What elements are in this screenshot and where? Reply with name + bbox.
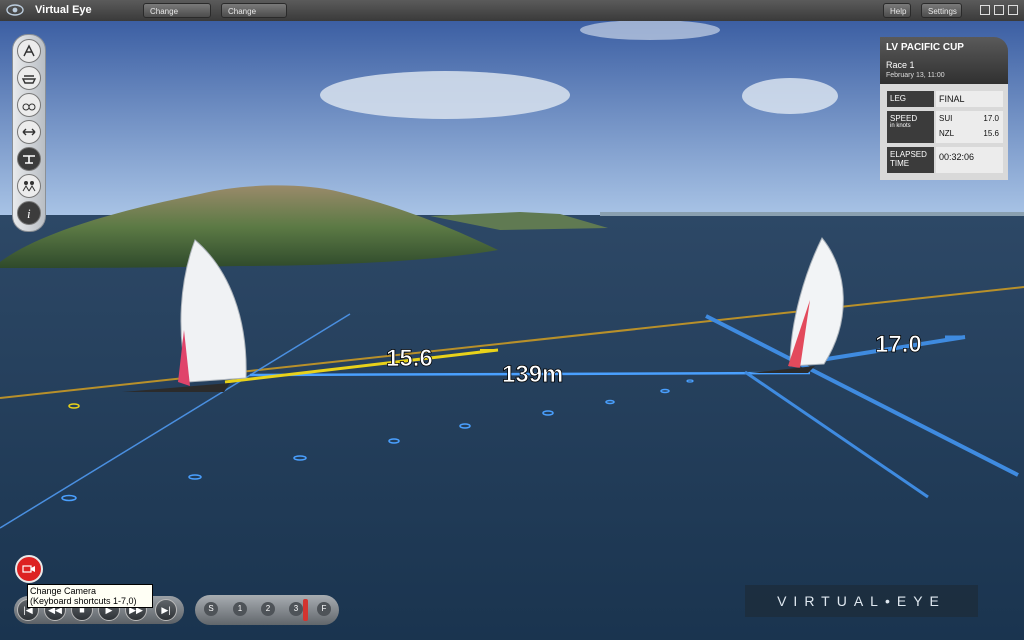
panel-header: LV PACIFIC CUP Race 1 February 13, 11:00	[880, 37, 1008, 84]
sui-speed-label: 17.0	[875, 331, 922, 358]
app-title: Virtual Eye	[35, 4, 92, 16]
playback-speed-bar: S 1 2 3 F	[195, 595, 339, 625]
camera-tooltip: Change Camera (Keyboard shortcuts 1-7,0)	[27, 584, 153, 608]
speed-slider-handle[interactable]	[303, 599, 308, 621]
change-camera-button[interactable]	[15, 555, 43, 583]
help-button[interactable]: Help	[883, 3, 911, 18]
virtual-eye-brand: VIRTUAL•EYE	[745, 585, 978, 617]
change-race-dropdown[interactable]: Change Race▼	[221, 3, 287, 31]
cloud	[320, 71, 570, 119]
virtual-eye-logo-icon	[6, 4, 24, 16]
speed-fast-button[interactable]: F	[317, 602, 331, 616]
elapsed-label-cell: ELAPSED TIME	[887, 147, 934, 173]
title-bar: Virtual Eye Change Round▼ Change Race▼ H…	[0, 0, 1024, 31]
wind-arrows-icon[interactable]	[17, 39, 41, 63]
elapsed-value: 00:32:06	[936, 147, 1003, 173]
race-date: February 13, 11:00	[886, 72, 945, 79]
far-shore	[600, 212, 1024, 216]
race-name: Race 1	[886, 60, 915, 70]
cloud	[742, 78, 838, 114]
restore-icon[interactable]	[994, 5, 1004, 15]
sky	[0, 21, 1024, 217]
minimize-icon[interactable]	[980, 5, 990, 15]
binoculars-icon[interactable]	[17, 93, 41, 117]
elapsed-label: ELAPSED	[890, 150, 927, 159]
svg-text:i: i	[27, 206, 31, 221]
speed-slow-button[interactable]: S	[204, 602, 218, 616]
tooltip-shortcuts: (Keyboard shortcuts 1-7,0)	[30, 596, 137, 606]
leg-value: FINAL	[936, 91, 1003, 107]
race-info-panel: LV PACIFIC CUP Race 1 February 13, 11:00…	[880, 37, 1008, 180]
boat-icon[interactable]	[17, 66, 41, 90]
team1-speed: 17.0	[983, 114, 999, 123]
camera-mount-icon[interactable]	[17, 147, 41, 171]
speed-3-button[interactable]: 3	[289, 602, 303, 616]
info-icon[interactable]: i	[17, 201, 41, 225]
elapsed-label-line2: TIME	[890, 159, 910, 168]
camera-toolbar: i	[12, 34, 46, 232]
speed-label: SPEED	[890, 114, 918, 123]
change-round-dropdown[interactable]: Change Round▼	[143, 3, 211, 31]
speed-values: SUI 17.0 NZL 15.6	[936, 111, 1003, 143]
speed-2-button[interactable]: 2	[261, 602, 275, 616]
distance-label: 139m	[502, 361, 563, 388]
sea	[0, 215, 1024, 640]
team2-speed: 15.6	[983, 129, 999, 138]
distance-icon[interactable]	[17, 120, 41, 144]
team1-name: SUI	[939, 114, 953, 123]
race-3d-view[interactable]: 15.6 139m 17.0	[0, 21, 1024, 640]
event-title: LV PACIFIC CUP	[886, 42, 964, 53]
panel-body: LEG FINAL SPEED in knots SUI 17.0 NZL 15…	[880, 84, 1008, 180]
camera-icon	[22, 565, 35, 573]
tooltip-title: Change Camera	[30, 586, 97, 596]
leg-label: LEG	[887, 91, 934, 107]
speed-label-cell: SPEED in knots	[887, 111, 934, 143]
close-icon[interactable]	[1008, 5, 1018, 15]
speed-1-button[interactable]: 1	[233, 602, 247, 616]
sailors-icon[interactable]	[17, 174, 41, 198]
speed-unit: in knots	[890, 123, 911, 129]
settings-button[interactable]: Settings	[921, 3, 962, 18]
nzl-speed-label: 15.6	[386, 345, 433, 372]
team2-name: NZL	[939, 129, 955, 138]
skip-forward-icon[interactable]: ▶|	[155, 599, 177, 621]
